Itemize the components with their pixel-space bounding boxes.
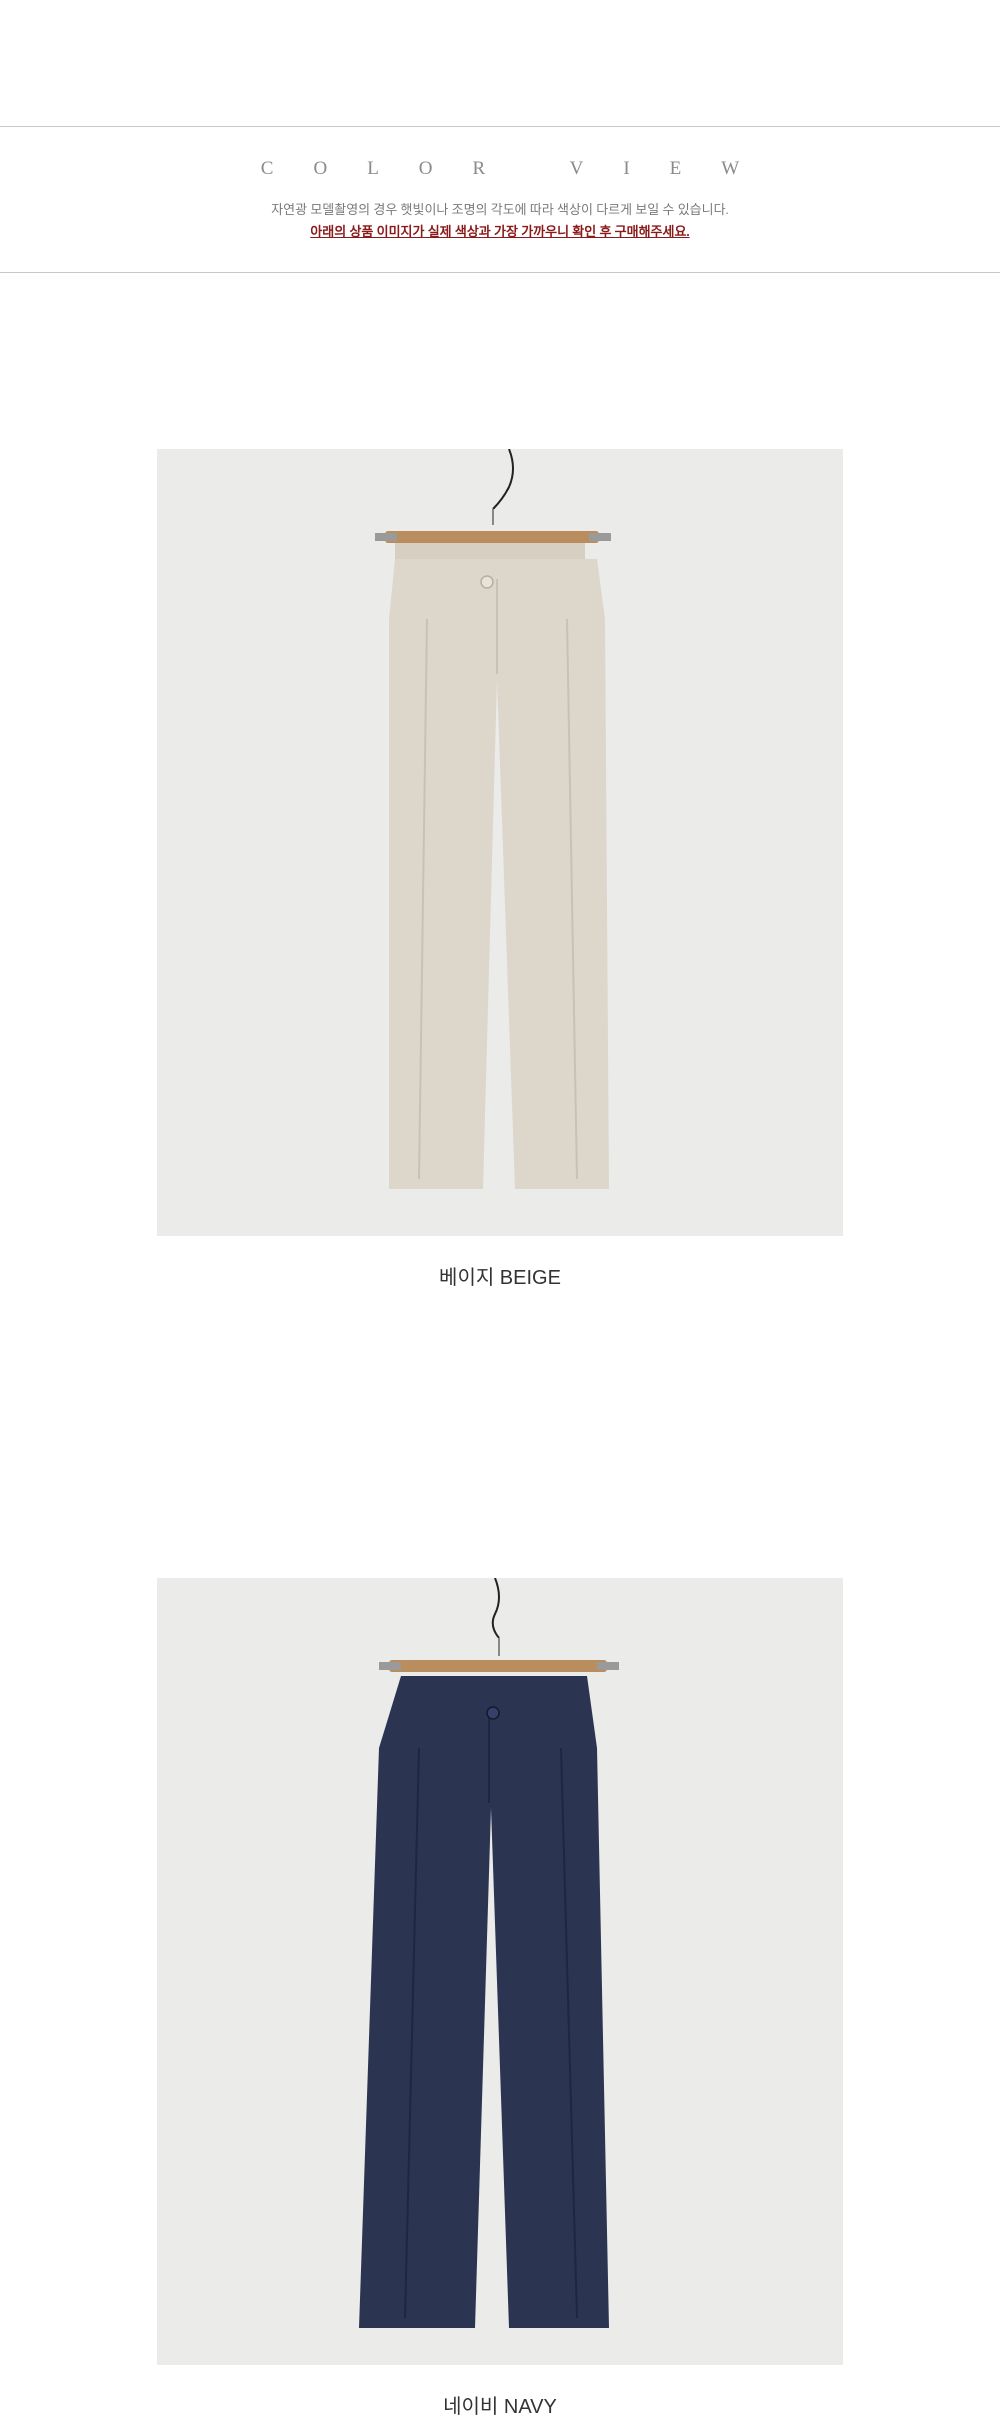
beige-caption: 베이지 BEIGE [439,1267,561,1289]
navy-pants-photo [157,1578,843,2365]
navy-pants-image [157,1578,843,2365]
navy-caption: 네이비 NAVY [443,2396,557,2418]
color-accuracy-warning: 아래의 상품 이미지가 실제 색상과 가장 가까우니 확인 후 구매해주세요. [310,224,690,239]
beige-pants-image [157,449,843,1236]
color-view-title: COLOR VIEW [260,158,780,179]
hanger-bar-icon [389,1660,607,1672]
hanger-bar-icon [385,531,599,543]
top-divider [0,126,1000,127]
beige-pants-photo [157,449,843,1236]
lighting-note: 자연광 모델촬영의 경우 햇빛이나 조명의 각도에 따라 색상이 다르게 보일 … [271,202,729,217]
bottom-divider [0,272,1000,273]
